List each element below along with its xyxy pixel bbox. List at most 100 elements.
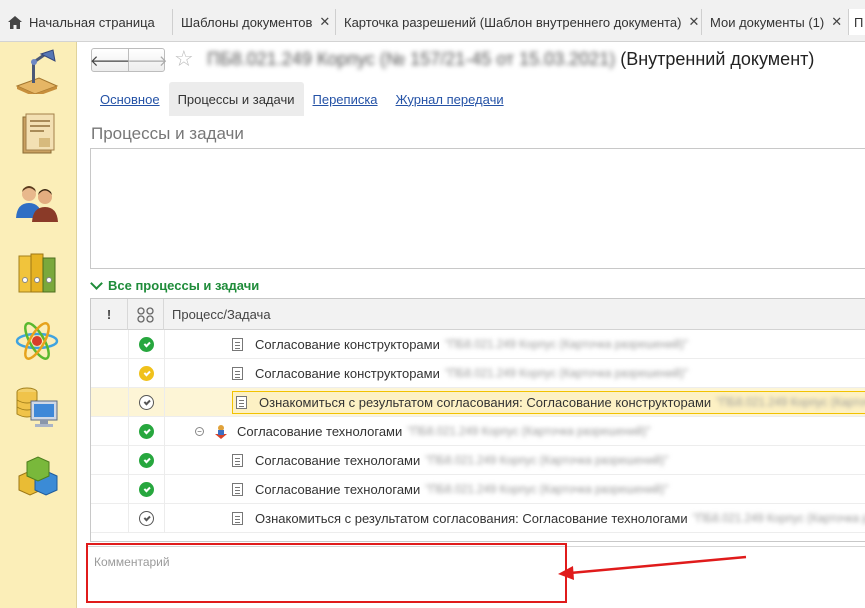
arrow-right-icon: 🡒 [127, 52, 168, 70]
status-cell [128, 504, 165, 533]
subtab-processes[interactable]: Процессы и задачи [168, 82, 304, 116]
column-importance[interactable]: ! [91, 299, 128, 330]
back-button[interactable]: 🡐 [89, 49, 131, 71]
table-row[interactable]: Согласование технологами "ПБ8.021.249 Кор… [91, 446, 865, 475]
task-document-icon [232, 483, 243, 496]
navigation-buttons: 🡐 🡒 [89, 48, 168, 72]
completed-status-icon [139, 511, 154, 526]
table-row[interactable]: Согласование технологами "ПБ8.021.249 Кор… [91, 475, 865, 504]
tab-doc-templates[interactable]: Шаблоны документов ✕ [173, 9, 336, 35]
favorite-star-icon[interactable]: ☆ [174, 46, 194, 72]
processes-table: ! Процесс/Задача Согласование конструкто… [90, 298, 865, 542]
pending-status-icon [139, 366, 154, 381]
column-process-task[interactable]: Процесс/Задача [164, 299, 864, 330]
approved-status-icon [139, 424, 154, 439]
subtab-main[interactable]: Основное [91, 82, 169, 116]
task-subject-obscured: "ПБ8.021.249 Корпус (Карточка разрешений… [444, 367, 689, 380]
tab-label: Мои документы (1) [710, 14, 825, 30]
table-row[interactable]: Ознакомиться с результатом согласования:… [91, 504, 865, 533]
title-obscured: ПБ8.021.249 Корпус (№ 157/21-45 от 15.03… [207, 49, 616, 69]
tab-current[interactable]: П [849, 9, 865, 35]
approved-status-icon [139, 453, 154, 468]
tab-bar: Начальная страница Шаблоны документов ✕ … [0, 0, 865, 42]
table-row[interactable]: Согласование конструкторами "ПБ8.021.249 … [91, 330, 865, 359]
close-icon[interactable]: ✕ [319, 14, 330, 30]
form-subtabs: Основное Процессы и задачи Переписка Жур… [91, 82, 513, 116]
approved-status-icon [139, 337, 154, 352]
desk-lamp-icon[interactable] [13, 48, 61, 94]
task-label: Согласование конструкторами [255, 337, 440, 352]
status-cell [128, 388, 165, 417]
task-cell[interactable]: Согласование конструкторами "ПБ8.021.249 … [232, 330, 688, 359]
table-row[interactable]: Ознакомиться с результатом согласования:… [91, 388, 865, 417]
atom-icon[interactable] [13, 318, 61, 364]
subtab-transfer-log[interactable]: Журнал передачи [387, 82, 513, 116]
task-label: Согласование технологами [237, 424, 403, 439]
approved-status-icon [139, 482, 154, 497]
task-cell[interactable]: Согласование конструкторами "ПБ8.021.249 … [232, 359, 688, 388]
task-label: Согласование технологами [255, 482, 421, 497]
task-label: Ознакомиться с результатом согласования:… [255, 511, 688, 526]
status-cell [128, 446, 165, 475]
document-form: 🡐 🡒 ☆ ПБ8.021.249 Корпус (№ 157/21-45 от… [78, 42, 865, 608]
annotation-highlight-box [86, 543, 567, 603]
close-icon[interactable]: ✕ [831, 14, 842, 30]
status-cell [128, 417, 165, 446]
task-document-icon [232, 454, 243, 467]
table-row[interactable]: Согласование конструкторами "ПБ8.021.249 … [91, 359, 865, 388]
table-header: ! Процесс/Задача [91, 299, 865, 330]
home-icon [8, 15, 22, 29]
subtab-correspondence[interactable]: Переписка [304, 82, 387, 116]
cubes-icon[interactable] [13, 452, 61, 498]
status-cell [128, 475, 165, 504]
title-suffix: (Внутренний документ) [620, 49, 815, 69]
status-cell [128, 359, 165, 388]
arrow-left-icon: 🡐 [89, 52, 131, 70]
task-subject-obscured: "ПБ8.021.249 Корпус (Карточка разрешений… [407, 425, 651, 438]
annotation-arrow-icon [558, 555, 747, 580]
task-label: Согласование конструкторами [255, 366, 440, 381]
close-icon[interactable]: ✕ [689, 14, 700, 30]
task-subject-obscured: "ПБ8.021.249 Корпус (Карточка разрешений… [425, 483, 669, 496]
tab-permissions-card[interactable]: Карточка разрешений (Шаблон внутреннего … [336, 9, 702, 35]
database-computer-icon[interactable] [13, 384, 61, 430]
binders-icon[interactable] [13, 250, 61, 296]
task-document-icon [232, 367, 243, 380]
task-subject-obscured: "ПБ8.021.249 Корпус (Карточка разрешений… [716, 396, 865, 409]
task-subject-obscured: "ПБ8.021.249 Корпус (Карточка разрешений… [425, 454, 669, 467]
forward-button[interactable]: 🡒 [127, 49, 168, 71]
status-cell [128, 330, 165, 359]
column-status[interactable] [128, 299, 164, 330]
status-column-icon [136, 306, 154, 323]
task-cell[interactable]: − Согласование технологами "ПБ8.021.249 Ко… [195, 417, 650, 446]
tab-label: Карточка разрешений (Шаблон внутреннего … [344, 14, 682, 30]
task-document-icon [236, 396, 247, 409]
task-cell[interactable]: Согласование технологами "ПБ8.021.249 Кор… [232, 446, 668, 475]
all-processes-group-toggle[interactable]: Все процессы и задачи [90, 276, 260, 293]
task-label: Согласование технологами [255, 453, 421, 468]
task-cell[interactable]: Ознакомиться с результатом согласования:… [232, 504, 865, 533]
documents-icon[interactable] [13, 112, 61, 158]
tab-label: П [854, 14, 864, 30]
tab-label: Шаблоны документов [181, 14, 313, 30]
process-icon [215, 424, 227, 439]
section-heading: Процессы и задачи [91, 124, 244, 143]
processes-panel [90, 148, 865, 269]
group-header-label: Все процессы и задачи [108, 278, 260, 293]
table-row[interactable]: − Согласование технологами "ПБ8.021.249 Ко… [91, 417, 865, 446]
collapse-icon[interactable]: − [195, 427, 204, 436]
task-cell[interactable]: Ознакомиться с результатом согласования:… [232, 391, 865, 414]
completed-status-icon [139, 395, 154, 410]
task-subject-obscured: "ПБ8.021.249 Корпус (Карточка разрешений… [692, 512, 865, 525]
task-label: Ознакомиться с результатом согласования:… [259, 395, 712, 410]
tab-my-documents[interactable]: Мои документы (1) ✕ [702, 9, 849, 35]
task-document-icon [232, 512, 243, 525]
chevron-down-icon [90, 276, 103, 290]
tab-home[interactable]: Начальная страница [0, 9, 173, 35]
tab-home-label: Начальная страница [29, 14, 155, 30]
task-subject-obscured: "ПБ8.021.249 Корпус (Карточка разрешений… [444, 338, 689, 351]
users-icon[interactable] [13, 180, 61, 226]
task-document-icon [232, 338, 243, 351]
task-cell[interactable]: Согласование технологами "ПБ8.021.249 Кор… [232, 475, 668, 504]
sections-sidebar [0, 42, 77, 608]
